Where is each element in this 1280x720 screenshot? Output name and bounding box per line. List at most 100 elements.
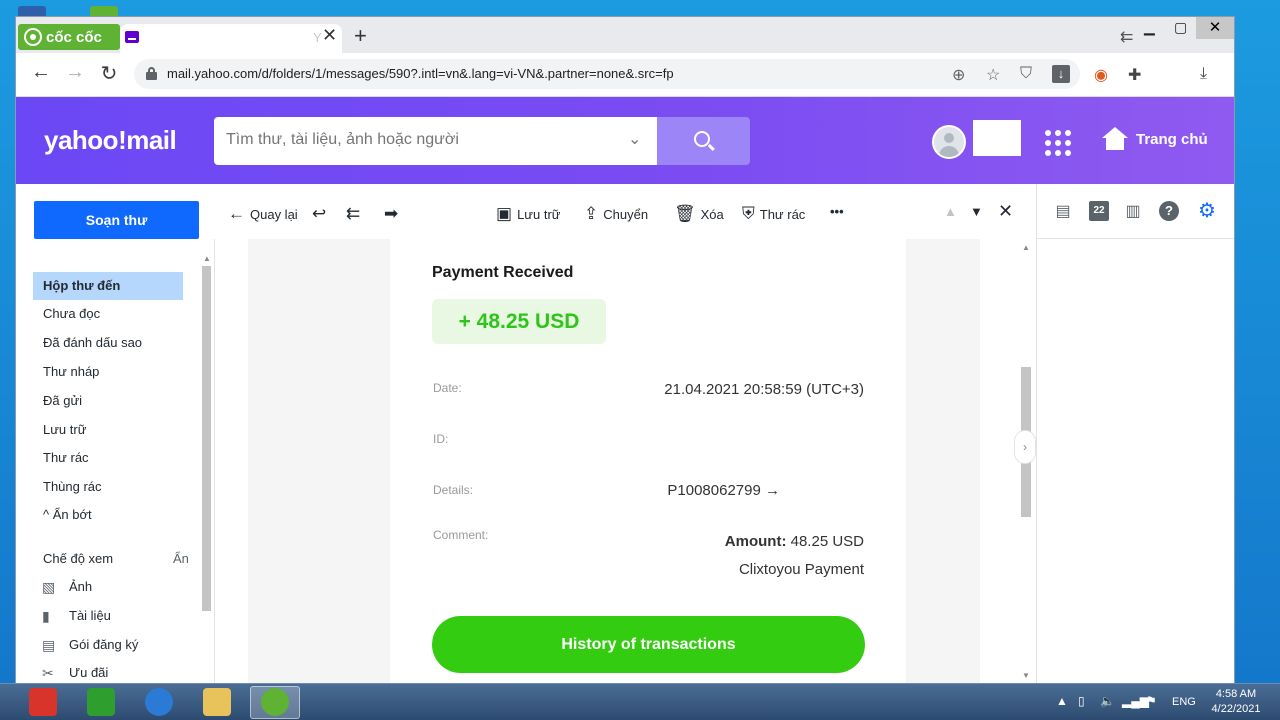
views-label: Chế độ xem xyxy=(43,551,114,566)
taskbar-coccoc-button[interactable] xyxy=(250,686,300,719)
sidebar-item-unread[interactable]: Chưa đọc xyxy=(33,300,183,328)
chevron-down-icon[interactable]: ⌄ xyxy=(628,129,641,149)
tab-search-icon[interactable]: ⇇ xyxy=(1120,27,1133,47)
payment-title: Payment Received xyxy=(432,264,574,281)
view-item-documents[interactable]: Tài liệu xyxy=(59,602,209,630)
downloads-icon[interactable]: ⤓ xyxy=(1200,65,1207,83)
sidebar-item-sent[interactable]: Đã gửi xyxy=(33,387,183,415)
more-options-icon[interactable]: ••• xyxy=(830,204,844,219)
close-tab-icon[interactable]: ✕ xyxy=(322,25,337,46)
tray-devices-icon[interactable]: ▯ xyxy=(1078,694,1085,708)
archive-label: Lưu trữ xyxy=(517,206,561,222)
apps-grid-icon[interactable] xyxy=(1045,130,1071,156)
sidebar-scrollbar[interactable] xyxy=(202,266,211,611)
tray-expand-icon[interactable]: ▲ xyxy=(1056,694,1068,708)
language-indicator[interactable]: ENG xyxy=(1172,696,1196,708)
delete-button[interactable]: 🗑 Xóa xyxy=(674,204,724,224)
expand-rail-chevron-icon[interactable]: › xyxy=(1014,430,1036,464)
back-arrow-icon[interactable]: ← xyxy=(28,61,54,84)
browser-window: cốc cốc Y ✕ + ⇇ ▁ ▢ ✕ ← → ↻ mail.yahoo.c… xyxy=(16,17,1234,683)
reload-icon[interactable]: ↻ xyxy=(96,61,122,86)
search-input[interactable] xyxy=(226,131,606,149)
yahoo-mail-logo[interactable]: yahoo!mail xyxy=(44,125,177,156)
date-label: Date: xyxy=(433,381,462,395)
search-button[interactable] xyxy=(657,117,750,165)
coccoc-extension-icon[interactable]: ◉ xyxy=(1094,65,1108,85)
sidebar: Soạn thư Hộp thư đến Chưa đọc Đã đánh dấ… xyxy=(16,184,214,683)
close-message-icon[interactable]: ✕ xyxy=(998,201,1013,222)
sidebar-item-drafts[interactable]: Thư nháp xyxy=(33,358,183,386)
trash-icon: 🗑 xyxy=(674,204,696,223)
back-button[interactable]: ← Quay lại xyxy=(228,204,298,224)
minimize-icon[interactable]: ▁ xyxy=(1144,19,1155,36)
browser-brand: cốc cốc xyxy=(46,28,102,46)
new-tab-button[interactable]: + xyxy=(354,23,367,49)
internet-explorer-icon[interactable] xyxy=(145,688,173,716)
shield-icon[interactable]: ⛉ xyxy=(1020,65,1032,83)
forward-icon[interactable]: ➡ xyxy=(384,204,398,224)
calendar-icon[interactable]: 22 xyxy=(1089,201,1109,221)
email-background: Payment Received + 48.25 USD Date: 21.04… xyxy=(248,239,980,683)
zoom-icon[interactable]: ⊕ xyxy=(952,65,965,85)
logoff-arrow-icon[interactable] xyxy=(87,688,115,716)
close-window-icon[interactable]: ✕ xyxy=(1196,17,1234,39)
username-redacted[interactable] xyxy=(973,120,1021,156)
sidebar-item-inbox[interactable]: Hộp thư đến xyxy=(33,272,183,300)
previous-message-icon[interactable]: ▲ xyxy=(944,204,957,219)
sidebar-item-archive[interactable]: Lưu trữ xyxy=(33,416,183,444)
volume-icon[interactable]: 🔈 xyxy=(1100,694,1115,708)
download-arrow-icon[interactable]: ↓ xyxy=(1052,65,1070,83)
browser-tab[interactable]: Y xyxy=(120,24,342,53)
coccoc-taskbar-icon xyxy=(261,688,289,716)
system-clock[interactable]: 4:58 AM 4/22/2021 xyxy=(1200,687,1272,717)
home-link[interactable]: Trang chủ xyxy=(1102,127,1208,151)
notepad-icon[interactable]: ▥ xyxy=(1123,201,1143,221)
coccoc-menu-button[interactable]: cốc cốc xyxy=(18,24,120,50)
coccoc-logo-icon xyxy=(24,28,42,46)
sidebar-item-spam[interactable]: Thư rác xyxy=(33,444,183,472)
puzzle-extensions-icon[interactable]: ✚ xyxy=(1128,65,1141,85)
collapse-folders-button[interactable]: ^ Ẩn bớt xyxy=(33,501,183,529)
network-signal-icon[interactable]: ▂▄▆ xyxy=(1122,694,1149,708)
reply-icon[interactable]: ↩ xyxy=(312,204,326,224)
search-box: ⌄ xyxy=(214,117,657,165)
views-header: Chế độ xem Ẩn xyxy=(33,545,193,573)
bookmark-star-icon[interactable]: ☆ xyxy=(986,65,1000,85)
view-item-photos[interactable]: Ảnh xyxy=(59,573,209,601)
spam-button[interactable]: ⛨ Thư rác xyxy=(742,204,805,224)
contacts-icon[interactable]: ▤ xyxy=(1053,201,1073,221)
document-icon: ▮ xyxy=(42,608,50,624)
photos-icon: ▧ xyxy=(42,579,56,595)
sidebar-item-trash[interactable]: Thùng rác xyxy=(33,473,183,501)
address-bar[interactable]: mail.yahoo.com/d/folders/1/messages/590?… xyxy=(134,59,1080,89)
rail-toolbar: ▤ 22 ▥ ? ⚙ xyxy=(1037,184,1234,239)
forward-arrow-icon[interactable]: → xyxy=(62,61,88,84)
maximize-icon[interactable]: ▢ xyxy=(1174,19,1187,36)
sidebar-item-starred[interactable]: Đã đánh dấu sao xyxy=(33,329,183,357)
move-icon: ⇪ xyxy=(584,204,599,223)
compose-button[interactable]: Soạn thư xyxy=(34,201,199,239)
search-icon xyxy=(694,131,710,147)
avatar[interactable] xyxy=(932,125,966,159)
scroll-down-icon[interactable]: ▼ xyxy=(1022,671,1030,680)
details-value[interactable]: P1008062799 → xyxy=(667,482,780,499)
archive-button[interactable]: ▣ Lưu trữ xyxy=(496,204,560,224)
home-label: Trang chủ xyxy=(1136,130,1208,148)
next-message-icon[interactable]: ▼ xyxy=(970,204,983,219)
view-item-deals[interactable]: Ưu đãi xyxy=(59,659,209,683)
flag-alert-icon[interactable]: ⚑ xyxy=(1146,694,1157,708)
gear-icon[interactable]: ⚙ xyxy=(1197,198,1217,222)
comment-text: Clixtoyou Payment xyxy=(738,561,864,578)
power-icon[interactable] xyxy=(29,688,57,716)
scroll-up-icon[interactable]: ▲ xyxy=(1022,243,1030,252)
yahoo-mail-favicon-icon xyxy=(125,31,139,43)
move-button[interactable]: ⇪ Chuyển xyxy=(584,204,648,224)
views-hide-button[interactable]: Ẩn xyxy=(173,545,189,573)
history-of-transactions-button[interactable]: History of transactions xyxy=(432,616,865,673)
view-item-subscriptions[interactable]: Gói đăng ký xyxy=(59,631,209,659)
scroll-up-icon[interactable]: ▲ xyxy=(203,254,211,263)
reply-all-icon[interactable]: ⇇ xyxy=(346,204,360,224)
file-explorer-icon[interactable] xyxy=(203,688,231,716)
help-icon[interactable]: ? xyxy=(1159,201,1179,221)
message-toolbar: ← Quay lại ↩ ⇇ ➡ ▣ Lưu trữ ⇪ Chuyển 🗑 Xó… xyxy=(214,184,1036,239)
